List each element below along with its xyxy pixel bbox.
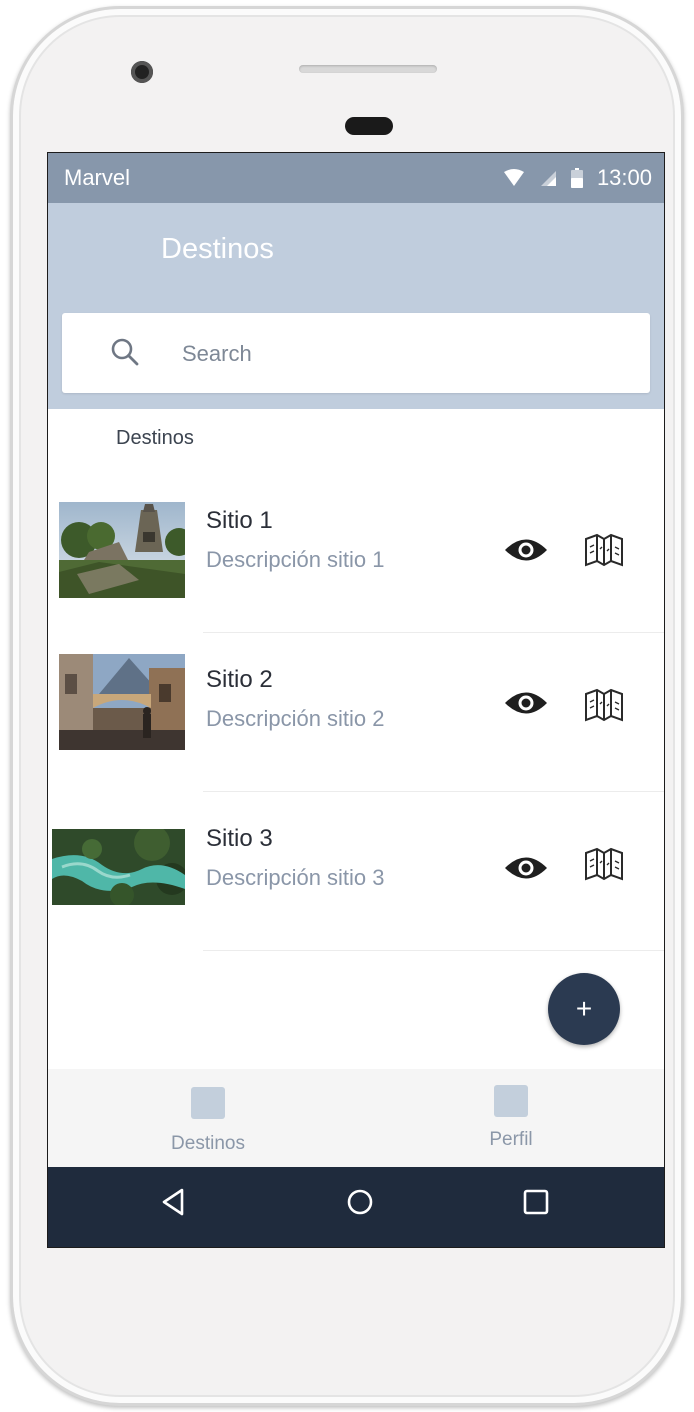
battery-icon <box>570 168 583 188</box>
eye-icon[interactable] <box>503 855 549 881</box>
destination-thumbnail <box>59 502 185 598</box>
add-destination-button[interactable]: + <box>548 973 620 1045</box>
list-divider <box>203 791 664 792</box>
destination-title: Sitio 3 <box>206 825 273 852</box>
map-icon[interactable] <box>584 847 624 881</box>
recents-icon[interactable] <box>522 1187 550 1217</box>
destination-description: Descripción sitio 1 <box>206 547 385 572</box>
destination-description: Descripción sitio 3 <box>206 865 385 890</box>
destinos-tab-icon <box>191 1087 225 1119</box>
eye-icon[interactable] <box>503 690 549 716</box>
phone-screen: Marvel 13:00 Destinos Search Destinos Si… <box>47 152 665 1248</box>
map-icon[interactable] <box>584 533 624 567</box>
destination-thumbnail <box>59 654 185 750</box>
destination-thumbnail <box>52 829 185 905</box>
list-divider <box>203 632 664 633</box>
plus-icon: + <box>575 993 593 1024</box>
map-icon[interactable] <box>584 688 624 722</box>
list-item[interactable]: Sitio 2 Descripción sitio 2 <box>48 634 664 792</box>
status-bar: Marvel 13:00 <box>48 153 664 203</box>
perfil-tab-icon <box>494 1085 528 1117</box>
list-item[interactable]: Sitio 1 Descripción sitio 1 <box>48 475 664 633</box>
front-camera <box>131 61 153 83</box>
list-divider <box>203 950 664 951</box>
destination-description: Descripción sitio 2 <box>206 706 385 731</box>
tab-label: Destinos <box>171 1133 245 1154</box>
back-icon[interactable] <box>160 1187 186 1217</box>
bottom-nav: Destinos Perfil <box>48 1069 664 1167</box>
search-icon <box>111 338 139 366</box>
list-item[interactable]: Sitio 3 Descripción sitio 3 <box>48 793 664 951</box>
section-header: Destinos <box>116 427 194 449</box>
clock: 13:00 <box>596 165 652 190</box>
tab-destinos[interactable]: Destinos <box>128 1069 288 1167</box>
earpiece <box>345 117 393 135</box>
home-icon[interactable] <box>345 1187 375 1217</box>
speaker-grille <box>299 65 437 73</box>
destination-title: Sitio 1 <box>206 507 273 534</box>
carrier-label: Marvel <box>64 165 131 190</box>
tab-perfil[interactable]: Perfil <box>431 1069 591 1167</box>
search-input[interactable] <box>180 333 624 375</box>
eye-icon[interactable] <box>503 537 549 563</box>
tab-label: Perfil <box>489 1129 533 1150</box>
system-nav-bar <box>48 1167 664 1247</box>
status-icons: 13:00 <box>503 165 652 191</box>
page-title: Destinos <box>161 233 274 265</box>
app-bar: Destinos <box>48 203 664 409</box>
destination-title: Sitio 2 <box>206 666 273 693</box>
wifi-icon <box>503 169 524 186</box>
search-bar[interactable] <box>62 313 650 393</box>
signal-icon <box>540 171 556 186</box>
